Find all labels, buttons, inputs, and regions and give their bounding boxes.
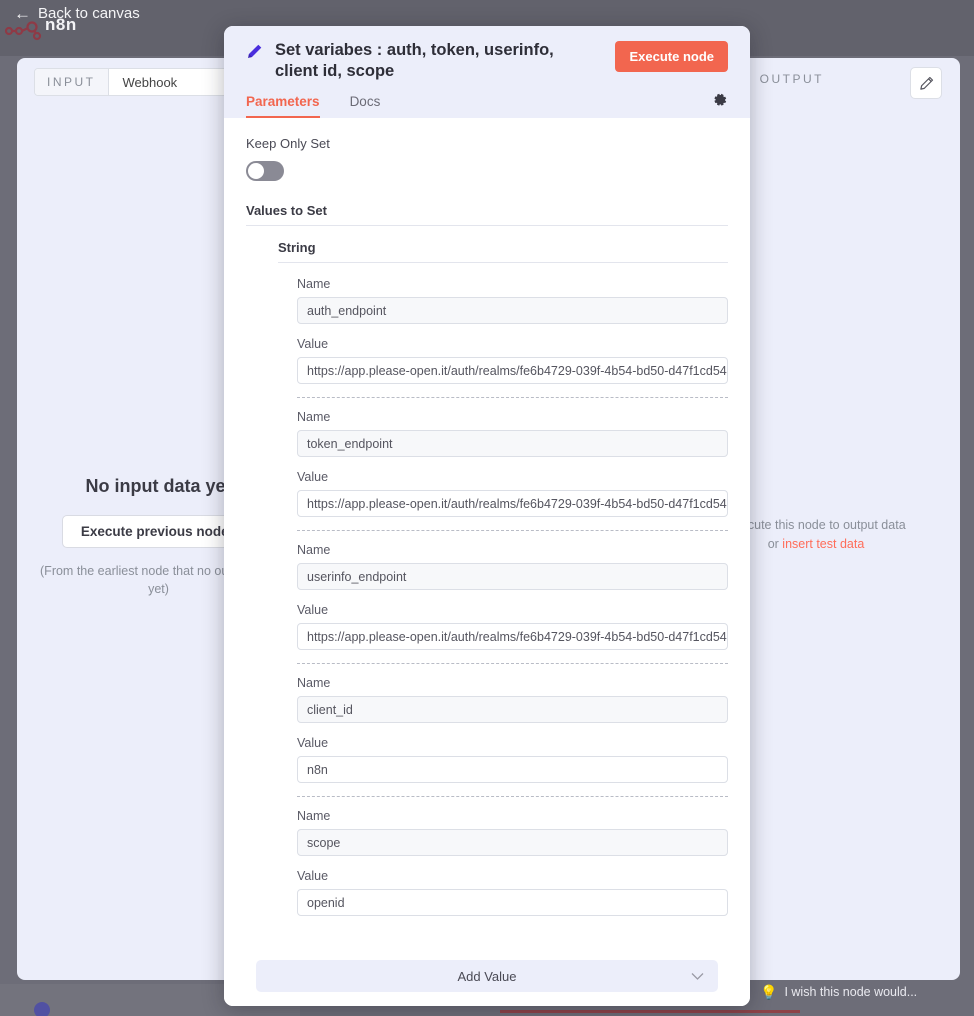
- value-entry: Name auth_endpoint Value https://app.please…: [297, 277, 728, 385]
- modal-footer: Add Value: [224, 960, 750, 1006]
- canvas-node-dot: [34, 1002, 50, 1016]
- feature-request-label: I wish this node would...: [784, 985, 918, 999]
- name-input[interactable]: userinfo_endpoint: [297, 563, 728, 591]
- name-label: Name: [297, 277, 331, 292]
- chevron-down-icon: [691, 969, 704, 984]
- name-input[interactable]: token_endpoint: [297, 430, 728, 458]
- input-tag-label: INPUT: [35, 69, 109, 95]
- string-section-header: String: [278, 240, 728, 264]
- node-settings-modal: Set variabes : auth, token, userinfo, cl…: [224, 26, 750, 1006]
- node-title[interactable]: Set variabes : auth, token, userinfo, cl…: [275, 40, 603, 82]
- input-hint-line1: (From the earliest node that: [40, 564, 194, 578]
- insert-test-data-link[interactable]: insert test data: [782, 537, 864, 551]
- value-label: Value: [297, 470, 329, 485]
- value-entry: Name userinfo_endpoint Value https://app.pl…: [297, 543, 728, 651]
- lightbulb-icon: 💡: [760, 984, 778, 1000]
- back-to-canvas-button[interactable]: ← Back to canvas: [14, 5, 140, 22]
- values-list: Name auth_endpoint Value https://app.please…: [297, 277, 728, 917]
- execute-node-button[interactable]: Execute node: [615, 41, 728, 72]
- entry-separator: [297, 663, 728, 665]
- name-input[interactable]: scope: [297, 829, 728, 857]
- value-input[interactable]: https://app.please-open.it/auth/realms/f…: [297, 357, 728, 385]
- add-value-label: Add Value: [457, 968, 517, 984]
- input-node-select[interactable]: Webhook: [108, 69, 237, 95]
- value-entry: Name scope Value openid: [297, 809, 728, 917]
- value-label: Value: [297, 869, 329, 884]
- output-tag-label: OUTPUT: [759, 72, 824, 86]
- entry-separator: [297, 397, 728, 399]
- tab-docs[interactable]: Docs: [350, 94, 381, 118]
- modal-body: Keep Only Set Values to Set String Name a…: [224, 118, 750, 960]
- value-input[interactable]: openid: [297, 889, 728, 917]
- pencil-icon[interactable]: [246, 43, 263, 65]
- entry-separator: [297, 530, 728, 532]
- name-input[interactable]: client_id: [297, 696, 728, 724]
- arrow-left-icon: ←: [14, 4, 31, 23]
- output-edit-button[interactable]: [910, 67, 942, 99]
- value-entry: Name client_id Value n8n: [297, 676, 728, 784]
- value-input[interactable]: https://app.please-open.it/auth/realms/f…: [297, 623, 728, 651]
- value-label: Value: [297, 337, 329, 352]
- value-input[interactable]: https://app.please-open.it/auth/realms/f…: [297, 490, 728, 518]
- value-label: Value: [297, 736, 329, 751]
- input-source-selector[interactable]: INPUT Webhook: [34, 68, 238, 96]
- string-section: String: [278, 240, 728, 264]
- modal-header: Set variabes : auth, token, userinfo, cl…: [224, 26, 750, 119]
- entry-separator: [297, 796, 728, 798]
- value-label: Value: [297, 603, 329, 618]
- canvas-accent-line: [500, 1010, 800, 1013]
- toggle-knob: [248, 163, 264, 180]
- back-to-canvas-label: Back to canvas: [38, 5, 140, 22]
- app-root: n8n ← Back to canvas INPUT Webhook No in…: [0, 0, 974, 1016]
- name-label: Name: [297, 543, 331, 558]
- values-to-set-header: Values to Set: [246, 203, 728, 227]
- add-value-button[interactable]: Add Value: [256, 960, 718, 992]
- feature-request-bar[interactable]: 💡 I wish this node would...: [760, 985, 917, 999]
- modal-title-row: Set variabes : auth, token, userinfo, cl…: [246, 40, 728, 82]
- pencil-icon: [919, 76, 933, 90]
- keep-only-set-label: Keep Only Set: [246, 136, 330, 152]
- output-or-text: or: [767, 536, 783, 551]
- gear-icon[interactable]: [712, 92, 728, 113]
- name-input[interactable]: auth_endpoint: [297, 297, 728, 325]
- tab-parameters[interactable]: Parameters: [246, 94, 320, 119]
- value-entry: Name token_endpoint Value https://app.pleas…: [297, 410, 728, 518]
- value-input[interactable]: n8n: [297, 756, 728, 784]
- name-label: Name: [297, 410, 331, 425]
- keep-only-set-toggle[interactable]: [246, 161, 284, 182]
- name-label: Name: [297, 809, 331, 824]
- name-label: Name: [297, 676, 331, 691]
- modal-tabs: Parameters Docs: [246, 92, 728, 119]
